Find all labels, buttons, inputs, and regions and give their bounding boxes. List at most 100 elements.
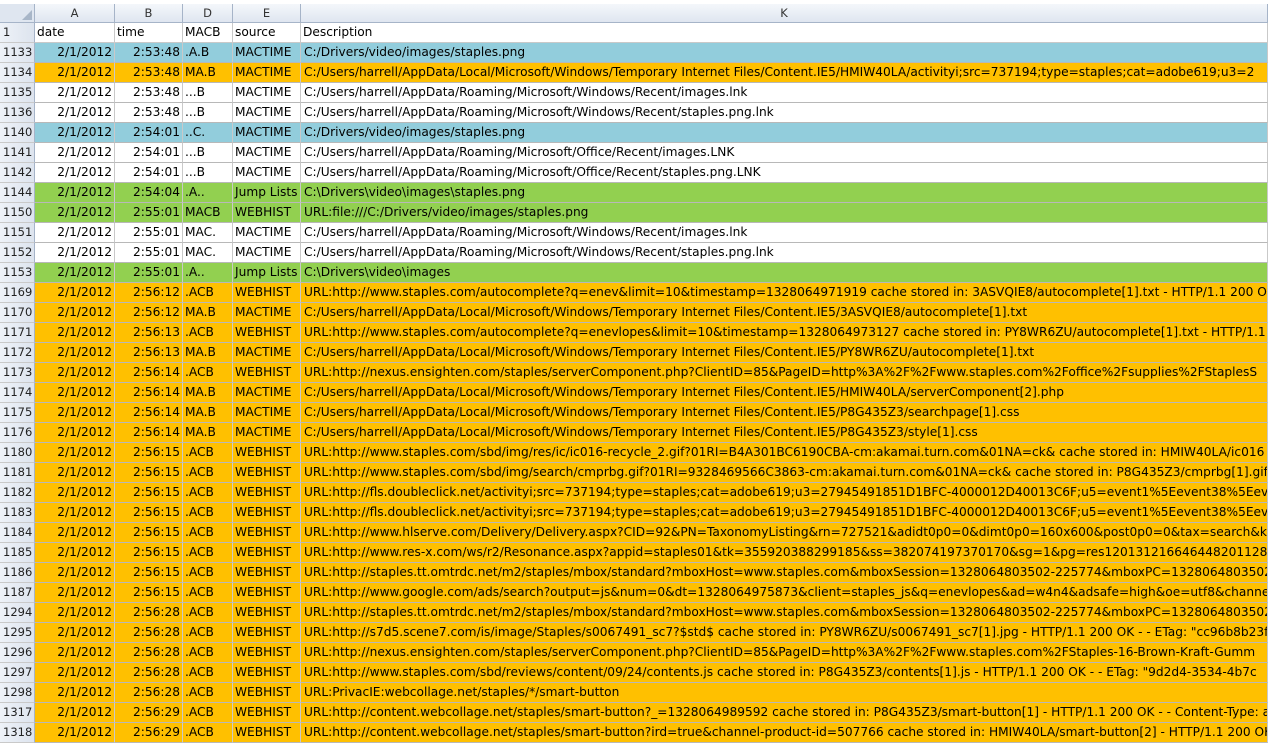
cell-macb[interactable]: .ACB: [183, 603, 233, 623]
cell-description[interactable]: URL:http://www.staples.com/autocomplete?…: [301, 283, 1268, 303]
row-header[interactable]: 1317: [0, 703, 35, 723]
cell-macb[interactable]: ..C.: [183, 123, 233, 143]
cell-time[interactable]: 2:55:01: [115, 223, 183, 243]
row-header[interactable]: 1144: [0, 183, 35, 203]
cell-date[interactable]: 2/1/2012: [35, 303, 115, 323]
cell-source[interactable]: WEBHIST: [233, 563, 301, 583]
cell-source[interactable]: WEBHIST: [233, 623, 301, 643]
row-header[interactable]: 1170: [0, 303, 35, 323]
cell-date[interactable]: 2/1/2012: [35, 263, 115, 283]
cell-description[interactable]: C:\Drivers\video\images\staples.png: [301, 183, 1268, 203]
select-all-corner[interactable]: [0, 4, 35, 23]
cell-time[interactable]: 2:54:01: [115, 143, 183, 163]
cell-date[interactable]: 2/1/2012: [35, 663, 115, 683]
cell-date[interactable]: 2/1/2012: [35, 603, 115, 623]
cell-date[interactable]: 2/1/2012: [35, 83, 115, 103]
cell-date[interactable]: 2/1/2012: [35, 103, 115, 123]
cell-description[interactable]: C:/Users/harrell/AppData/Local/Microsoft…: [301, 63, 1268, 83]
cell-time[interactable]: 2:56:15: [115, 543, 183, 563]
cell-description[interactable]: C:/Users/harrell/AppData/Roaming/Microso…: [301, 163, 1268, 183]
cell-description[interactable]: URL:http://www.google.com/ads/search?out…: [301, 583, 1268, 603]
cell-time[interactable]: 2:56:15: [115, 503, 183, 523]
cell-source[interactable]: WEBHIST: [233, 643, 301, 663]
cell-date[interactable]: 2/1/2012: [35, 643, 115, 663]
cell-time[interactable]: 2:55:01: [115, 203, 183, 223]
row-header[interactable]: 1134: [0, 63, 35, 83]
cell-description[interactable]: URL:http://content.webcollage.net/staple…: [301, 723, 1268, 743]
cell-source[interactable]: WEBHIST: [233, 683, 301, 703]
row-header[interactable]: 1294: [0, 603, 35, 623]
cell-source[interactable]: WEBHIST: [233, 443, 301, 463]
cell-time[interactable]: 2:53:48: [115, 63, 183, 83]
row-header[interactable]: 1175: [0, 403, 35, 423]
cell-source[interactable]: Jump Lists: [233, 183, 301, 203]
cell-date[interactable]: 2/1/2012: [35, 683, 115, 703]
row-header[interactable]: 1: [0, 23, 35, 43]
cell-macb[interactable]: .ACB: [183, 363, 233, 383]
cell-macb[interactable]: .ACB: [183, 683, 233, 703]
cell-date[interactable]: 2/1/2012: [35, 63, 115, 83]
row-header[interactable]: 1318: [0, 723, 35, 743]
header-cell-time[interactable]: time: [115, 23, 183, 43]
cell-description[interactable]: URL:http://www.staples.com/autocomplete?…: [301, 323, 1268, 343]
cell-macb[interactable]: MAC.: [183, 243, 233, 263]
row-header[interactable]: 1176: [0, 423, 35, 443]
cell-date[interactable]: 2/1/2012: [35, 443, 115, 463]
cell-date[interactable]: 2/1/2012: [35, 323, 115, 343]
cell-source[interactable]: MACTIME: [233, 123, 301, 143]
cell-date[interactable]: 2/1/2012: [35, 503, 115, 523]
cell-time[interactable]: 2:56:15: [115, 443, 183, 463]
cell-time[interactable]: 2:56:28: [115, 643, 183, 663]
cell-description[interactable]: C:/Users/harrell/AppData/Local/Microsoft…: [301, 383, 1268, 403]
cell-description[interactable]: URL:http://s7d5.scene7.com/is/image/Stap…: [301, 623, 1268, 643]
cell-time[interactable]: 2:56:15: [115, 523, 183, 543]
cell-date[interactable]: 2/1/2012: [35, 163, 115, 183]
cell-source[interactable]: MACTIME: [233, 83, 301, 103]
row-header[interactable]: 1181: [0, 463, 35, 483]
cell-macb[interactable]: .ACB: [183, 723, 233, 743]
cell-source[interactable]: WEBHIST: [233, 363, 301, 383]
cell-source[interactable]: WEBHIST: [233, 203, 301, 223]
header-cell-macb[interactable]: MACB: [183, 23, 233, 43]
cell-date[interactable]: 2/1/2012: [35, 43, 115, 63]
header-cell-description[interactable]: Description: [301, 23, 1268, 43]
cell-description[interactable]: C:/Users/harrell/AppData/Roaming/Microso…: [301, 243, 1268, 263]
cell-description[interactable]: URL:file:///C:/Drivers/video/images/stap…: [301, 203, 1268, 223]
cell-macb[interactable]: .ACB: [183, 283, 233, 303]
cell-time[interactable]: 2:56:14: [115, 403, 183, 423]
cell-macb[interactable]: ...B: [183, 163, 233, 183]
cell-source[interactable]: WEBHIST: [233, 543, 301, 563]
cell-time[interactable]: 2:56:28: [115, 623, 183, 643]
cell-description[interactable]: C:/Users/harrell/AppData/Local/Microsoft…: [301, 423, 1268, 443]
cell-date[interactable]: 2/1/2012: [35, 423, 115, 443]
row-header[interactable]: 1186: [0, 563, 35, 583]
cell-macb[interactable]: MA.B: [183, 403, 233, 423]
cell-description[interactable]: URL:http://nexus.ensighten.com/staples/s…: [301, 643, 1268, 663]
cell-macb[interactable]: ...B: [183, 143, 233, 163]
cell-description[interactable]: C:/Users/harrell/AppData/Local/Microsoft…: [301, 343, 1268, 363]
cell-time[interactable]: 2:54:01: [115, 163, 183, 183]
cell-macb[interactable]: .ACB: [183, 323, 233, 343]
cell-date[interactable]: 2/1/2012: [35, 143, 115, 163]
cell-date[interactable]: 2/1/2012: [35, 283, 115, 303]
cell-date[interactable]: 2/1/2012: [35, 463, 115, 483]
cell-source[interactable]: WEBHIST: [233, 663, 301, 683]
row-header[interactable]: 1136: [0, 103, 35, 123]
cell-time[interactable]: 2:56:14: [115, 363, 183, 383]
cell-source[interactable]: WEBHIST: [233, 603, 301, 623]
cell-macb[interactable]: MACB: [183, 203, 233, 223]
row-header[interactable]: 1133: [0, 43, 35, 63]
cell-source[interactable]: MACTIME: [233, 383, 301, 403]
column-header-d[interactable]: D: [183, 4, 233, 23]
row-header[interactable]: 1180: [0, 443, 35, 463]
cell-description[interactable]: C:/Users/harrell/AppData/Roaming/Microso…: [301, 83, 1268, 103]
row-header[interactable]: 1184: [0, 523, 35, 543]
row-header[interactable]: 1185: [0, 543, 35, 563]
cell-description[interactable]: C:/Users/harrell/AppData/Local/Microsoft…: [301, 403, 1268, 423]
cell-description[interactable]: C:/Users/harrell/AppData/Roaming/Microso…: [301, 223, 1268, 243]
cell-description[interactable]: C:/Users/harrell/AppData/Roaming/Microso…: [301, 143, 1268, 163]
cell-macb[interactable]: .ACB: [183, 643, 233, 663]
cell-time[interactable]: 2:56:13: [115, 323, 183, 343]
row-header[interactable]: 1174: [0, 383, 35, 403]
cell-macb[interactable]: ...B: [183, 103, 233, 123]
